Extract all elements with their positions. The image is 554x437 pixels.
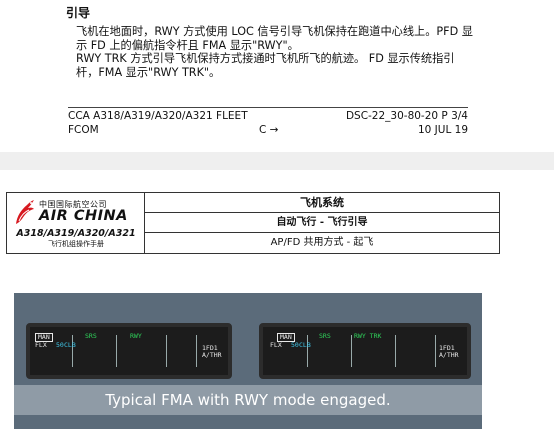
fma-flx-temp: 50 <box>291 341 299 349</box>
airchina-page: 中国国际航空公司 AIR CHINA A318/A319/A320/A321 飞… <box>0 170 554 437</box>
guidance-paragraph: 飞机在地面时，RWY 方式使用 LOC 信号引导飞机保持在跑道中心线上。PFD … <box>76 25 473 79</box>
fma-srs: SRS <box>319 332 331 340</box>
footer-date: 10 JUL 19 <box>417 124 468 136</box>
fma-display-rwy: MAN FLX 50 CLB SRS RWY 1FD1 A/THR <box>26 323 232 379</box>
fcom-page: 引导 飞机在地面时，RWY 方式使用 LOC 信号引导飞机保持在跑道中心线上。P… <box>0 0 554 152</box>
system-title: 飞机系统 <box>145 193 499 213</box>
section-heading: 引导 <box>66 6 91 20</box>
manual-name: 飞行机组操作手册 <box>48 240 104 248</box>
footer-ref: DSC-22_30-80-20 P 3/4 <box>345 110 468 122</box>
aircraft-models: A318/A319/A320/A321 <box>16 228 136 239</box>
footer-doc: FCOM <box>68 124 99 136</box>
footer-fleet: CCA A318/A319/A320/A321 FLEET <box>68 110 248 122</box>
footer-continue: C → <box>259 124 279 136</box>
fma-lateral-rwy: RWY <box>130 332 142 340</box>
section-title: AP/FD 共用方式 - 起飞 <box>270 237 374 248</box>
airline-en-name: AIR CHINA <box>39 208 128 224</box>
footer-rule <box>68 107 468 108</box>
page-separator <box>0 152 554 170</box>
fma-lateral-rwy-trk: RWY TRK <box>354 332 382 340</box>
fma-flx-temp: 50 <box>56 341 64 349</box>
page-header: 中国国际航空公司 AIR CHINA A318/A319/A320/A321 飞… <box>6 192 500 254</box>
fma-srs: SRS <box>85 332 97 340</box>
fma-athr: A/THR <box>202 351 222 359</box>
chapter-title: 自动飞行 - 飞行引导 <box>145 213 499 233</box>
fma-figure: MAN FLX 50 CLB SRS RWY 1FD1 A/THR MAN FL… <box>14 293 482 429</box>
fma-clb: CLB <box>299 341 311 349</box>
fma-athr: A/THR <box>439 351 459 359</box>
figure-caption: Typical FMA with RWY mode engaged. <box>14 385 482 415</box>
fma-display-rwy-trk: MAN FLX 50 CLB SRS RWY TRK 1FD1 A/THR <box>259 323 471 379</box>
phoenix-logo-icon <box>16 200 34 224</box>
fma-flx: FLX <box>35 341 47 349</box>
logo-block: 中国国际航空公司 AIR CHINA A318/A319/A320/A321 飞… <box>7 193 145 253</box>
fma-flx: FLX <box>270 341 282 349</box>
fma-clb: CLB <box>64 341 76 349</box>
